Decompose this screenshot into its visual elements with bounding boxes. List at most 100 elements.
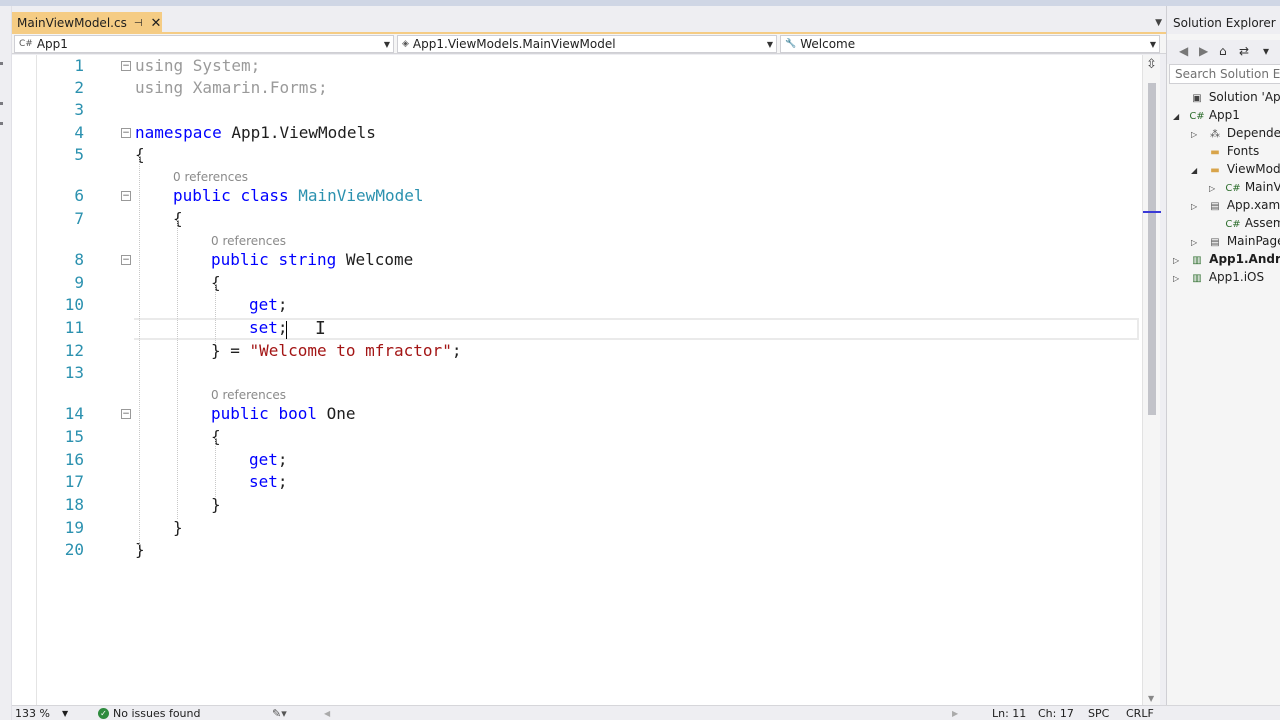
expand-toggle-icon[interactable]: ▷ (1173, 270, 1189, 288)
code-text: } (211, 494, 221, 516)
spacing-indicator[interactable]: SPC (1088, 707, 1109, 720)
column-indicator[interactable]: Ch: 17 (1038, 707, 1074, 720)
code-line[interactable]: 18} (12, 494, 1142, 516)
project-dropdown-label: App1 (36, 37, 68, 51)
chevron-down-icon[interactable]: ▼ (62, 709, 68, 718)
line-number: 11 (64, 318, 84, 337)
line-number: 8 (74, 250, 84, 269)
expand-toggle-icon[interactable]: ◢ (1173, 108, 1189, 126)
file-type-icon: ▥ (1192, 273, 1202, 284)
code-token: One (316, 404, 356, 423)
solution-tree-item[interactable]: ▣ Solution 'App1' (1173, 88, 1280, 106)
brush-icon[interactable]: ✎▾ (272, 707, 287, 720)
solution-tree-item[interactable]: ▷⁂ Dependencies (1191, 124, 1280, 142)
code-line[interactable]: 9{ (12, 272, 1142, 294)
expand-toggle-icon[interactable]: ▷ (1191, 198, 1207, 216)
scroll-right-icon[interactable]: ▶ (952, 709, 958, 718)
code-editor[interactable]: I 1− using System; 2 using Xamarin.Forms; 3 4… (12, 55, 1142, 705)
code-line[interactable]: 4 − namespace App1.ViewModels (12, 122, 1142, 144)
collapse-toggle-icon[interactable]: − (121, 409, 131, 419)
csharp-project-icon: C# (19, 39, 33, 49)
solution-tree-item[interactable]: ▷▥ App1.Android (1173, 250, 1280, 268)
code-line[interactable]: 15{ (12, 426, 1142, 448)
more-icon[interactable]: ▾ (1263, 44, 1269, 58)
code-token: get (249, 450, 278, 469)
project-dropdown[interactable]: C# App1 ▼ (14, 35, 394, 53)
zoom-level[interactable]: 133 % (15, 707, 50, 720)
references-codelens[interactable]: 0 references (211, 388, 286, 402)
rail-marker[interactable] (0, 102, 3, 105)
rail-marker[interactable] (0, 62, 3, 65)
code-text: get; (249, 294, 288, 316)
code-line[interactable]: 19} (12, 517, 1142, 539)
solution-tree-item[interactable]: ▷▤ MainPage.xaml (1191, 232, 1280, 250)
scroll-left-icon[interactable]: ◀ (324, 709, 330, 718)
solution-search-input[interactable]: Search Solution Explorer (1169, 64, 1280, 84)
collapse-toggle-icon[interactable]: − (121, 255, 131, 265)
code-text: set; (249, 317, 288, 339)
rail-marker[interactable] (0, 122, 3, 125)
code-token: "Welcome to mfractor" (249, 341, 452, 360)
scroll-down-icon[interactable]: ▼ (1148, 694, 1154, 703)
code-line[interactable]: 2 using Xamarin.Forms; (12, 77, 1142, 99)
line-number: 5 (74, 145, 84, 164)
code-line[interactable]: 1 − using System; (12, 55, 1142, 77)
solution-explorer-panel: Solution Explorer ◀ ▶ ⌂ ⇄ ▾ Search Solut… (1166, 6, 1280, 705)
home-icon[interactable]: ⌂ (1219, 44, 1227, 58)
code-line[interactable]: 14 − public bool One (12, 403, 1142, 425)
code-line[interactable]: 16 get; (12, 449, 1142, 471)
collapse-toggle-icon[interactable]: − (121, 128, 131, 138)
scrollbar-thumb[interactable] (1148, 83, 1156, 415)
code-line[interactable]: 7{ (12, 208, 1142, 230)
line-ending-indicator[interactable]: CRLF (1126, 707, 1154, 720)
split-editor-icon[interactable]: ⇳ (1146, 57, 1157, 72)
references-codelens[interactable]: 0 references (211, 234, 286, 248)
solution-tree-item[interactable]: ▬ Fonts (1191, 142, 1259, 160)
solution-explorer-title: Solution Explorer (1167, 6, 1280, 34)
back-icon[interactable]: ◀ (1179, 44, 1188, 58)
navigation-bar: C# App1 ▼ ◈ App1.ViewModels.MainViewMode… (12, 34, 1166, 54)
line-number: 2 (74, 78, 84, 97)
code-token: public (211, 404, 269, 423)
references-codelens[interactable]: 0 references (173, 170, 248, 184)
check-icon: ✓ (98, 708, 109, 719)
editor-vertical-scrollbar[interactable]: ⇳ ▼ (1142, 55, 1161, 705)
code-line[interactable]: 10 get; (12, 294, 1142, 316)
solution-tree-item[interactable]: ◢ C# App1 (1173, 106, 1240, 124)
tree-item-label: App.xaml (1223, 198, 1280, 212)
collapse-toggle-icon[interactable]: − (121, 61, 131, 71)
tree-item-label: Dependencies (1226, 126, 1280, 140)
code-line[interactable]: 5{ (12, 144, 1142, 166)
code-line[interactable]: 20} (12, 539, 1142, 561)
collapse-toggle-icon[interactable]: − (121, 191, 131, 201)
code-line[interactable]: 3 (12, 99, 1142, 121)
code-line[interactable]: 12} = "Welcome to mfractor"; (12, 340, 1142, 362)
code-line[interactable]: 8 − public string Welcome (12, 249, 1142, 271)
tab-overflow-icon[interactable]: ▼ (1155, 18, 1162, 28)
tab-mainviewmodel[interactable]: MainViewModel.cs ⊣ ✕ (12, 12, 162, 34)
code-line[interactable]: 17 set; (12, 471, 1142, 493)
code-line[interactable]: 13 (12, 362, 1142, 384)
solution-tree-item[interactable]: C# AssemblyInfo.cs (1209, 214, 1280, 232)
type-dropdown[interactable]: ◈ App1.ViewModels.MainViewModel ▼ (397, 35, 777, 53)
tree-item-label: MainViewModel.cs (1244, 180, 1280, 194)
line-indicator[interactable]: Ln: 11 (992, 707, 1026, 720)
solution-tree-item[interactable]: ◢▬ ViewModels (1191, 160, 1280, 178)
close-icon[interactable]: ✕ (151, 16, 162, 31)
sync-icon[interactable]: ⇄ (1239, 44, 1249, 58)
expand-toggle-icon[interactable]: ◢ (1191, 162, 1207, 180)
code-line[interactable]: 6 − public class MainViewModel (12, 185, 1142, 207)
code-token: ; (277, 450, 288, 469)
code-token: string (278, 250, 337, 269)
issues-status[interactable]: No issues found (113, 707, 200, 720)
solution-tree-item[interactable]: ▷C# MainViewModel.cs (1209, 178, 1280, 196)
member-dropdown[interactable]: 🔧 Welcome ▼ (780, 35, 1160, 53)
pin-icon[interactable]: ⊣ (134, 18, 143, 29)
solution-tree-item[interactable]: ▷ ▥ App1.iOS (1173, 268, 1264, 286)
solution-explorer-toolbar: ◀ ▶ ⌂ ⇄ ▾ (1167, 40, 1280, 64)
solution-tree-item[interactable]: ▷ ▤ App.xaml (1191, 196, 1280, 214)
code-line[interactable]: 11 set; (12, 317, 1142, 339)
forward-icon[interactable]: ▶ (1199, 44, 1208, 58)
